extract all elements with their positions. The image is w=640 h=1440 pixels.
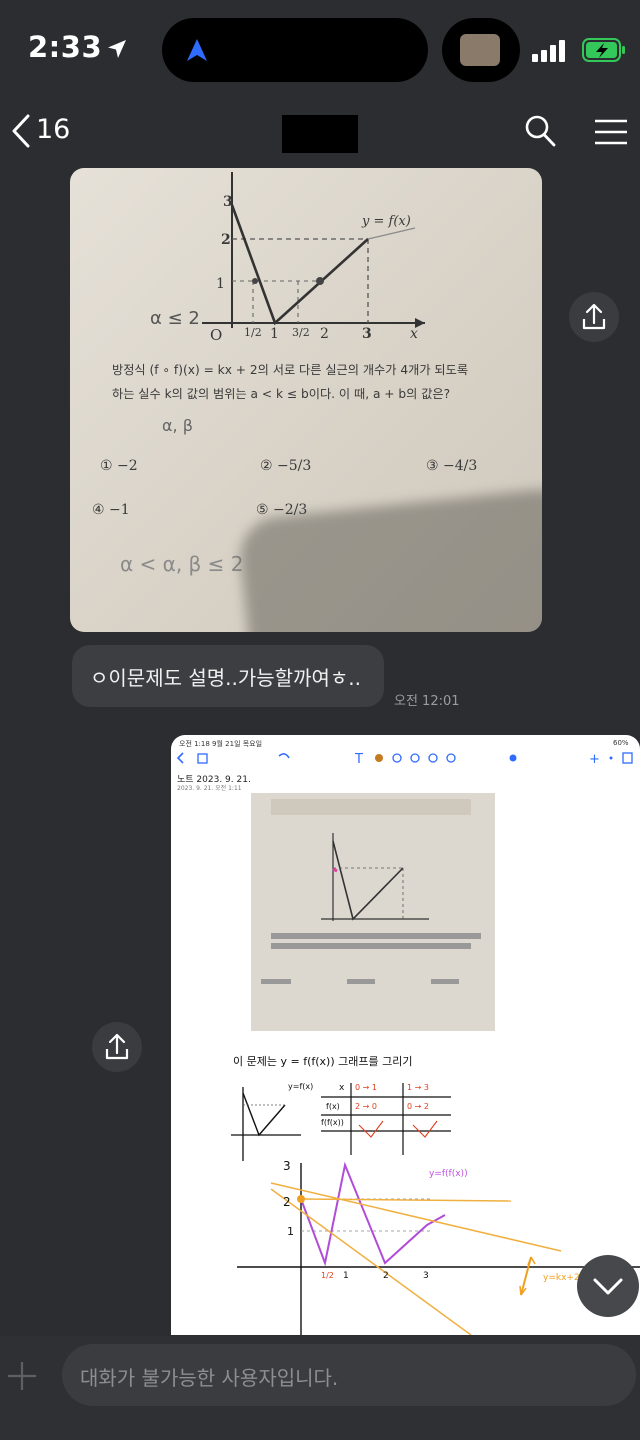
share-button-outgoing[interactable] [92,1022,142,1072]
table-ffx-header: f(f(x)) [321,1118,344,1127]
ipad-battery: 60% [613,739,629,747]
facetime-thumbnail[interactable] [460,34,500,66]
problem-line-1: 방정식 (f ∘ f)(x) = kx + 2의 서로 다른 실근의 개수가 4… [112,363,469,377]
location-arrow-icon [108,40,126,58]
choice-4: ④ −1 [92,502,130,518]
status-time: 2:33 [28,30,103,64]
share-button[interactable] [569,292,619,342]
notes-toolbar: T + [176,752,633,767]
x-tick-origin: O [210,326,223,344]
table-fx-header: f(x) [326,1102,340,1111]
x-tick-3: 3 [362,326,372,342]
x-tick-2: 2 [320,326,329,342]
back-unread-count[interactable]: 16 [36,114,70,145]
message-timestamp: 오전 12:01 [394,694,460,709]
table-x-header: x [339,1083,345,1093]
handwriting-bottom: α < α, β ≤ 2 [120,552,244,576]
table-r1-b: 1 → 3 [407,1083,429,1092]
y-tick-2: 2 [221,232,231,248]
message-text: ㅇ이문제도 설명..가능할까여ㅎ.. [90,666,361,690]
problem-line-2: 하는 실수 k의 값의 범위는 a < k ≤ b이다. 이 때, a + b의… [112,387,451,401]
share-icon [105,1033,129,1060]
svg-text:+: + [589,752,600,767]
share-icon [582,303,606,330]
x-label-half: 1/2 [321,1271,334,1280]
table-r1-a: 0 → 1 [355,1083,377,1092]
navigation-arrow-icon[interactable] [186,38,208,62]
hamburger-menu-icon[interactable] [594,118,628,146]
choice-3: ③ −4/3 [426,458,478,474]
message-input-placeholder: 대화가 불가능한 사용자입니다. [80,1366,339,1390]
x-tick-half: 1/2 [244,326,262,339]
y-tick-3: 3 [223,194,233,210]
table-r2-a: 2 → 0 [355,1102,377,1111]
handwriting-alpha: α ≤ 2 [150,308,200,329]
svg-text:T: T [354,752,363,767]
x-label-2: 2 [383,1271,389,1281]
chevron-down-icon [593,1278,623,1295]
x-axis-label: x [410,326,418,342]
purple-graph-label: y=f(f(x)) [429,1169,468,1179]
incoming-photo-message[interactable]: 3 2 1 y = f(x) α ≤ 2 O 1/2 1 3/2 2 3 x 방… [70,168,542,632]
graph-label: y = f(x) [362,214,411,229]
table-r2-b: 0 → 2 [407,1102,429,1111]
x-tick-1: 1 [270,326,279,342]
axis-label-1: 1 [287,1225,294,1238]
embedded-graph [261,799,481,984]
chat-title-redacted [282,115,358,153]
scroll-to-bottom-button[interactable] [577,1255,639,1317]
choice-1: ① −2 [100,458,138,474]
x-label-1: 1 [343,1271,349,1281]
back-chevron-icon[interactable] [10,114,32,148]
x-tick-3-2: 3/2 [292,326,310,339]
note-handwriting-main: 이 문제는 y = f(f(x)) 그래프를 그리기 [233,1055,413,1068]
x-label-3: 3 [423,1271,429,1281]
embedded-problem-photo [251,793,495,1031]
axis-label-3: 3 [283,1159,291,1173]
choice-2: ② −5/3 [260,458,312,474]
cellular-signal-icon [532,40,565,62]
battery-charging-icon [582,38,625,62]
handwriting-ab: α, β [162,416,193,435]
outgoing-image-message[interactable]: 오전 1:18 9월 21일 목요일 60% T + 노트 2023. 9. 2… [171,735,640,1335]
note-subtitle: 2023. 9. 21. 오전 1:11 [177,785,242,792]
plus-icon[interactable] [6,1360,38,1392]
search-icon[interactable] [524,114,556,148]
y-tick-1: 1 [216,276,225,292]
axis-label-2: 2 [283,1195,291,1209]
note-fx-label: y=f(x) [288,1082,314,1091]
